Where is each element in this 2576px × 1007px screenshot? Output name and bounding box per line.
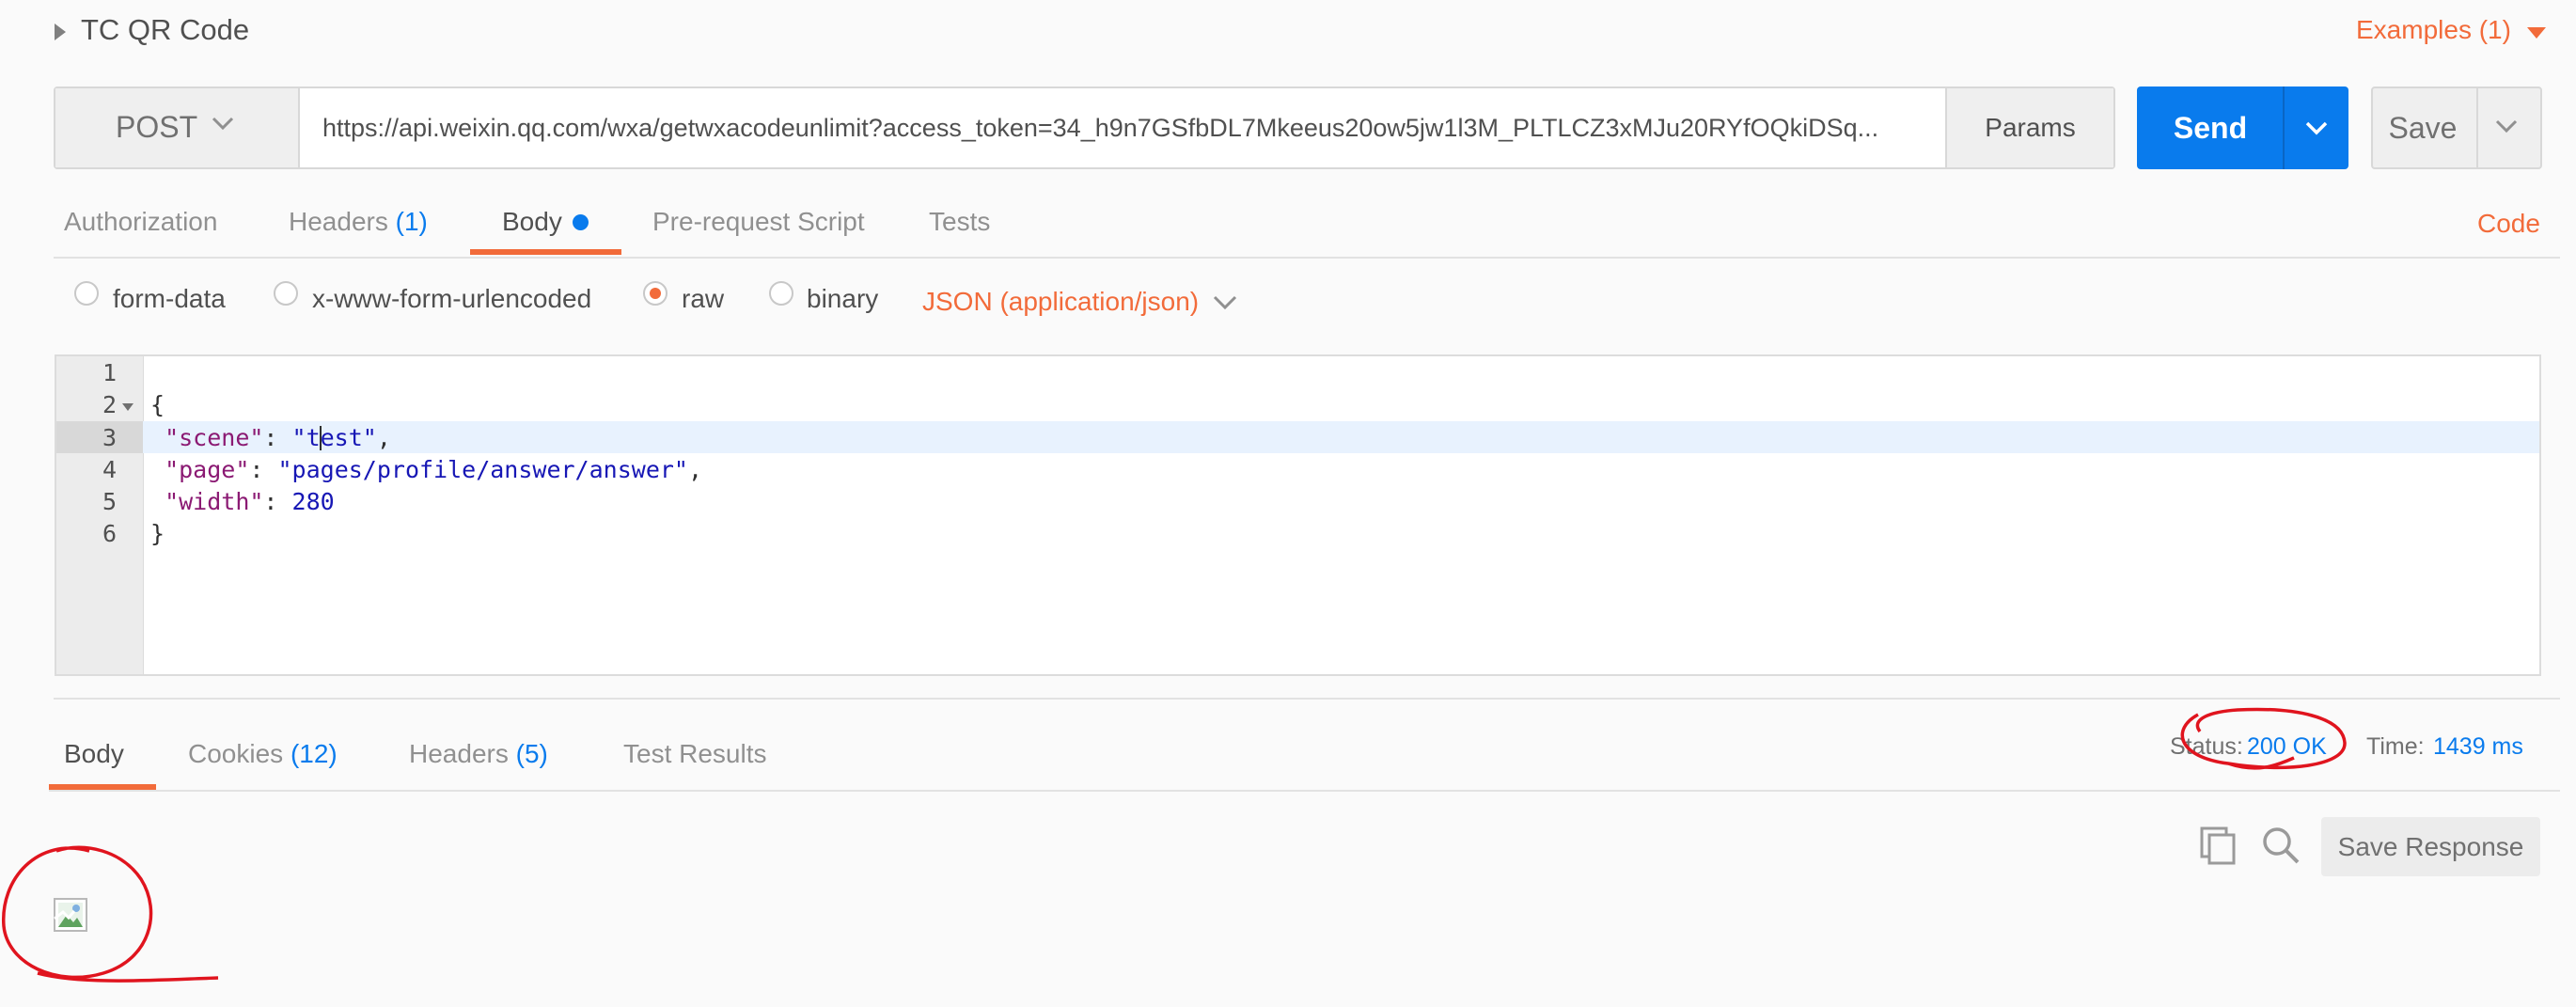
response-tab-headers-count: (5) — [515, 739, 548, 768]
line-number: 6 — [102, 520, 117, 547]
active-tab-indicator — [470, 249, 621, 255]
code-editor[interactable] — [55, 354, 2541, 676]
tab-headers-count: (1) — [395, 207, 428, 236]
radio-raw-label[interactable]: raw — [682, 284, 724, 314]
divider — [49, 790, 2560, 792]
time-value[interactable]: 1439 ms — [2433, 733, 2523, 761]
save-divider — [2476, 88, 2478, 167]
status-label: Status: — [2170, 733, 2243, 760]
request-title: TC QR Code — [81, 13, 250, 46]
examples-dropdown[interactable]: Examples (1) — [2356, 15, 2511, 45]
tab-headers-label: Headers — [289, 207, 388, 236]
response-tab-cookies-count: (12) — [290, 739, 338, 768]
response-tab-cookies[interactable]: Cookies (12) — [188, 739, 338, 769]
radio-binary[interactable] — [769, 281, 793, 306]
code-line[interactable]: "page": "pages/profile/answer/answer", — [150, 456, 702, 483]
code-line[interactable]: "width": 280 — [150, 488, 335, 515]
status-value[interactable]: 200 OK — [2247, 733, 2327, 761]
active-line-highlight — [143, 421, 2539, 453]
save-response-button[interactable]: Save Response — [2321, 817, 2540, 876]
json-string: "pages/profile/answer/answer" — [277, 456, 688, 483]
code-line[interactable]: } — [150, 520, 165, 547]
response-tab-body[interactable]: Body — [64, 739, 124, 769]
tab-body[interactable]: Body — [502, 207, 562, 237]
radio-raw[interactable] — [643, 281, 668, 306]
radio-urlencoded-label[interactable]: x-www-form-urlencoded — [312, 284, 591, 314]
tab-prerequest-script[interactable]: Pre-request Script — [652, 207, 865, 237]
radio-form-data-label[interactable]: form-data — [113, 284, 226, 314]
radio-binary-label[interactable]: binary — [807, 284, 878, 314]
response-tab-test-results[interactable]: Test Results — [623, 739, 767, 769]
code-link[interactable]: Code — [2477, 209, 2540, 239]
send-divider — [2283, 87, 2285, 169]
params-button[interactable]: Params — [1945, 88, 2113, 167]
save-label[interactable]: Save — [2375, 87, 2471, 169]
json-key: "scene" — [165, 424, 264, 451]
brace: } — [150, 520, 165, 547]
line-number: 3 — [102, 424, 117, 451]
json-number: 280 — [291, 488, 335, 515]
broken-image-icon — [54, 898, 87, 932]
fold-toggle-icon[interactable] — [122, 403, 134, 411]
annotation-circle-image — [2, 845, 219, 983]
method-label[interactable]: POST — [116, 110, 197, 145]
response-tab-headers-label: Headers — [409, 739, 509, 768]
brace: { — [150, 391, 165, 418]
tab-authorization[interactable]: Authorization — [64, 207, 217, 237]
body-modified-dot — [573, 214, 589, 230]
collapse-caret-icon[interactable] — [55, 24, 66, 40]
url-input[interactable]: https://api.weixin.qq.com/wxa/getwxacode… — [322, 114, 1921, 143]
send-options-chevron-icon[interactable] — [2302, 114, 2331, 142]
text-cursor — [320, 426, 322, 450]
save-options-chevron-icon[interactable] — [2494, 114, 2519, 138]
divider — [54, 257, 2560, 259]
code-line[interactable]: "scene": "test", — [150, 424, 391, 451]
radio-form-data[interactable] — [74, 281, 99, 306]
line-number: 2 — [102, 391, 117, 418]
json-string: "test" — [291, 424, 377, 451]
time-label: Time: — [2366, 733, 2425, 760]
chevron-down-icon[interactable] — [1212, 289, 1238, 315]
json-key: "width" — [165, 488, 264, 515]
line-number: 5 — [102, 488, 117, 515]
copy-icon[interactable] — [2198, 825, 2239, 866]
line-number: 4 — [102, 456, 117, 483]
search-icon[interactable] — [2260, 825, 2301, 866]
response-tab-headers[interactable]: Headers (5) — [409, 739, 548, 769]
line-number: 1 — [102, 359, 117, 386]
divider — [54, 698, 2560, 700]
examples-caret-icon[interactable] — [2527, 27, 2546, 39]
chevron-down-icon[interactable] — [211, 111, 235, 135]
tab-tests[interactable]: Tests — [929, 207, 990, 237]
tab-headers[interactable]: Headers (1) — [289, 207, 428, 237]
send-label[interactable]: Send — [2168, 87, 2253, 169]
json-key: "page" — [165, 456, 250, 483]
radio-urlencoded[interactable] — [274, 281, 298, 306]
response-tab-cookies-label: Cookies — [188, 739, 284, 768]
content-type-dropdown[interactable]: JSON (application/json) — [922, 287, 1199, 317]
code-line[interactable]: { — [150, 391, 165, 418]
